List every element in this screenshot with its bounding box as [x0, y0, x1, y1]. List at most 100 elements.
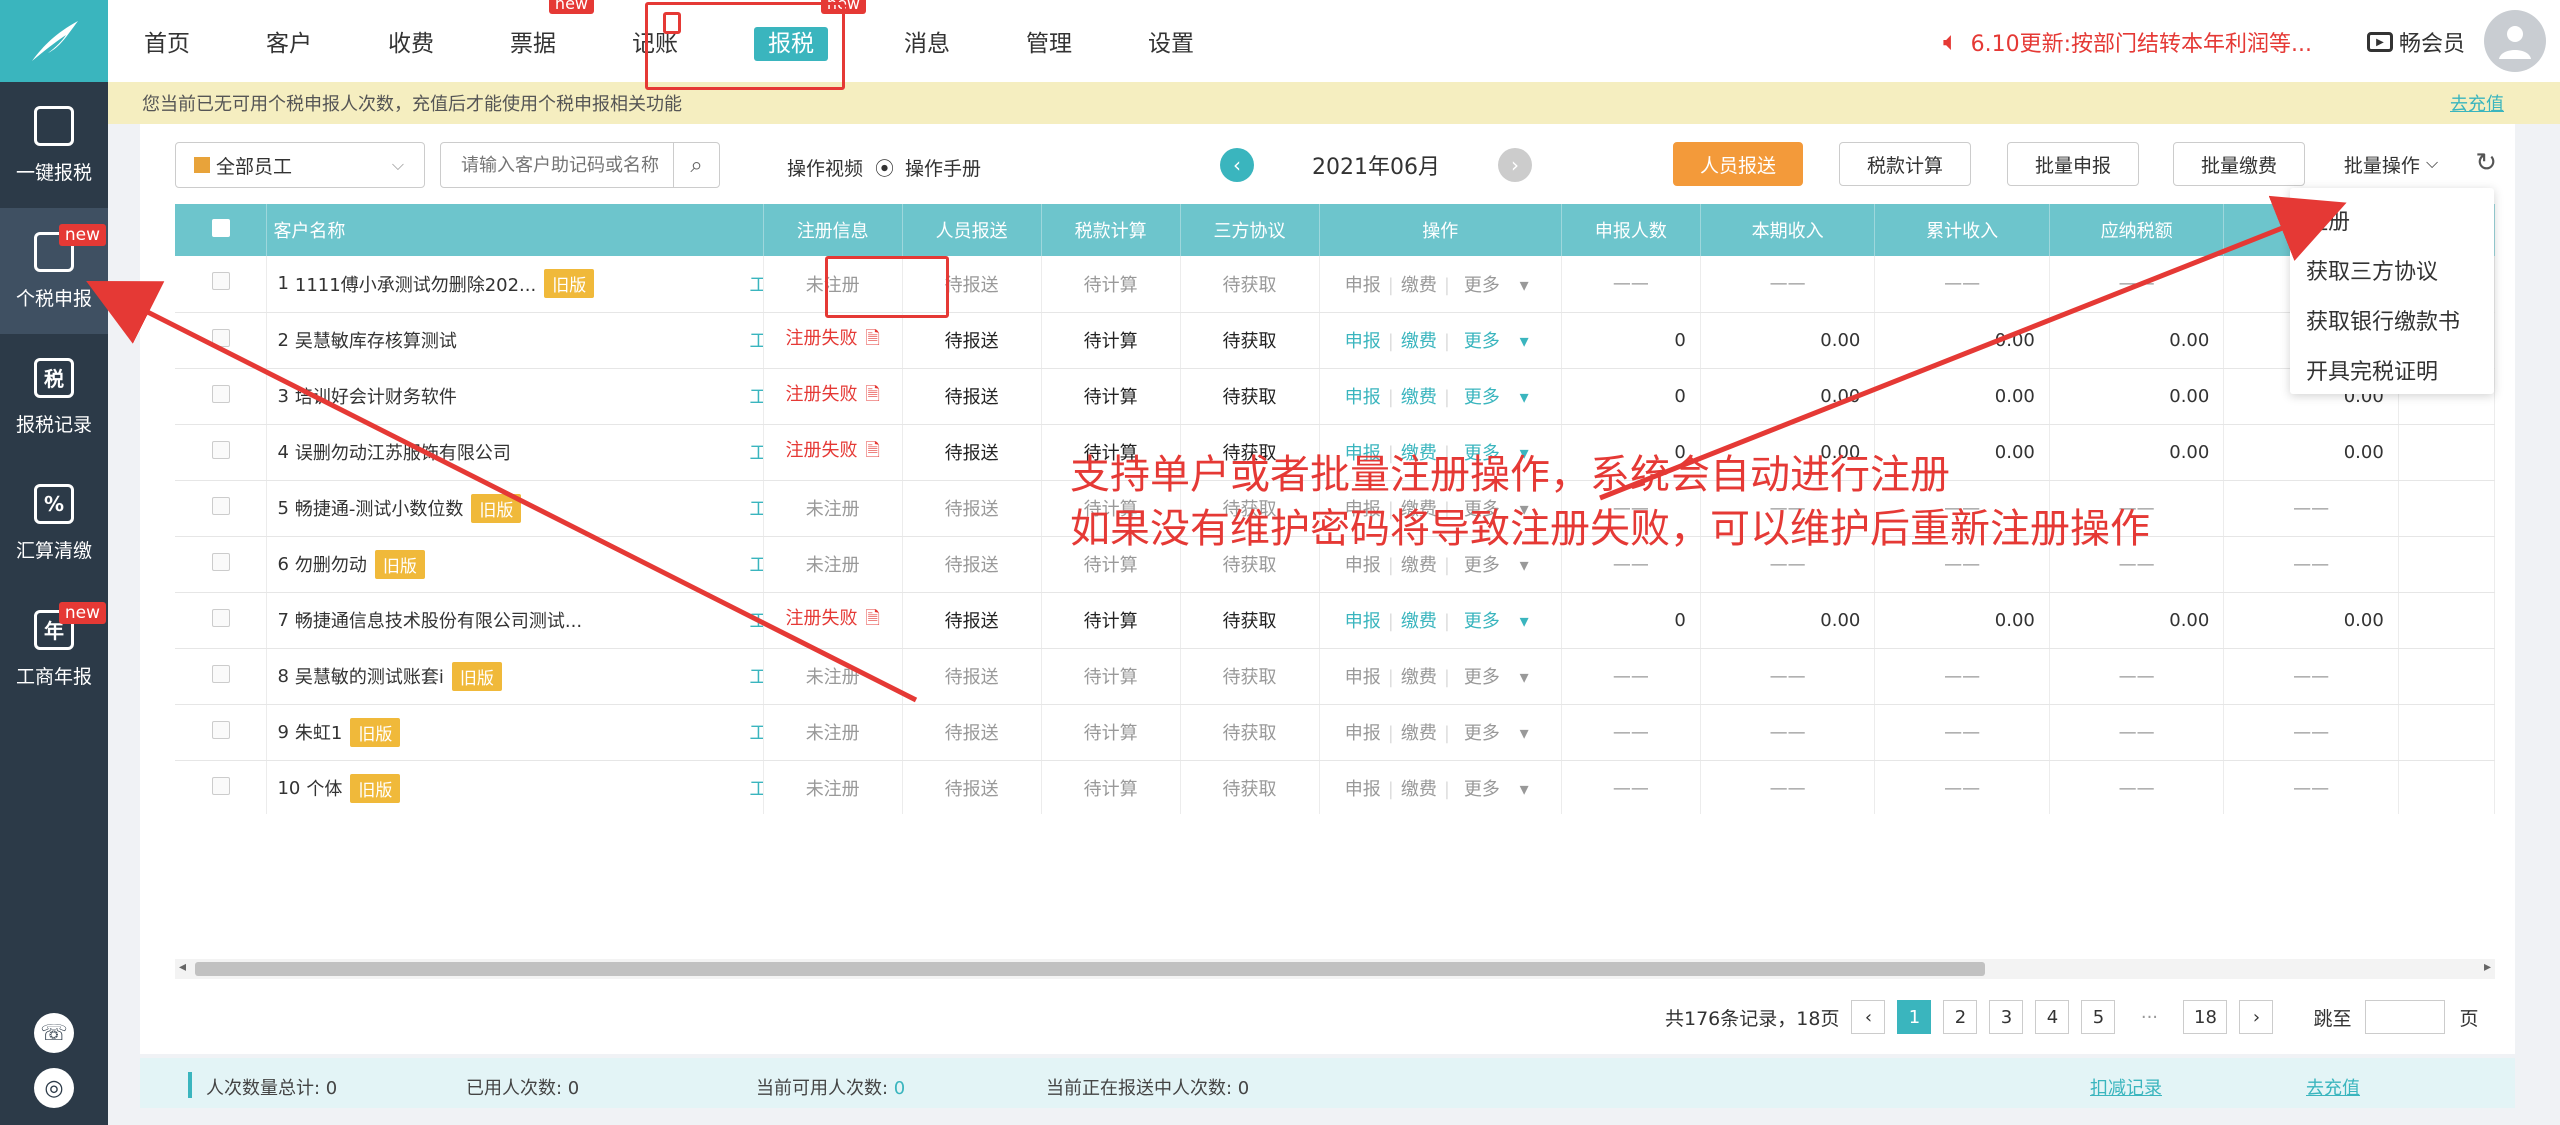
salary-sheet-link[interactable]: 工资表	[749, 719, 762, 745]
salary-sheet-link[interactable]: 工资表	[749, 607, 762, 633]
pay-link[interactable]: 缴费	[1401, 275, 1437, 296]
declare-link[interactable]: 申报	[1345, 275, 1381, 296]
nav-tab-2[interactable]: 客户	[266, 24, 312, 58]
more-menu[interactable]: 更多 ▾	[1457, 387, 1536, 408]
declare-link[interactable]: 申报	[1345, 723, 1381, 744]
page-button[interactable]: 1	[1897, 1000, 1932, 1034]
page-button[interactable]: 2	[1943, 1000, 1978, 1034]
salary-sheet-link[interactable]: 工资表	[749, 383, 762, 409]
salary-sheet-link[interactable]: 工资表	[749, 439, 762, 465]
document-icon[interactable]: 🗎︎	[865, 328, 879, 349]
pay-link[interactable]: 缴费	[1401, 555, 1437, 576]
more-menu[interactable]: 更多 ▾	[1457, 275, 1536, 296]
nav-tab-7[interactable]: 消息	[904, 24, 950, 58]
video-link[interactable]: 操作视频	[787, 154, 863, 181]
more-menu[interactable]: 更多 ▾	[1457, 555, 1536, 576]
row-checkbox[interactable]	[211, 776, 230, 795]
report-people-button[interactable]: 人员报送	[1673, 142, 1803, 186]
nav-tab-1[interactable]: 首页	[144, 24, 190, 58]
employee-select[interactable]: 全部员工 ⌵	[175, 142, 425, 188]
row-checkbox[interactable]	[211, 272, 230, 291]
row-checkbox[interactable]	[211, 440, 230, 459]
more-menu[interactable]: 更多 ▾	[1457, 723, 1536, 744]
search-input[interactable]	[441, 145, 661, 185]
batch-pay-button[interactable]: 批量缴费	[2173, 142, 2305, 186]
next-page-button[interactable]: ›	[2239, 1000, 2274, 1034]
salary-sheet-link[interactable]: 工资表	[749, 495, 762, 521]
service-button[interactable]: ◎	[0, 1068, 108, 1108]
row-checkbox[interactable]	[211, 328, 230, 347]
refresh-icon[interactable]: ↻	[2475, 148, 2497, 178]
table-row[interactable]: 7畅捷通信息技术股份有限公司测试... 工资表 注册失败 🗎︎ 待报送待计算待获取 申报 |…	[175, 592, 2495, 649]
sidebar-item-5[interactable]: 年工商年报 new	[0, 586, 108, 712]
page-button[interactable]: 18	[2183, 1000, 2228, 1034]
nav-tab-8[interactable]: 管理	[1026, 24, 1072, 58]
scroll-thumb[interactable]	[195, 962, 1985, 976]
table-row[interactable]: 8吴慧敏的测试账套i旧版工资表未注册待报送待计算待获取申报|缴费|更多 ▾———…	[175, 648, 2495, 705]
table-row[interactable]: 3培训好会计财务软件工资表注册失败🗎︎待报送待计算待获取申报|缴费|更多 ▾00…	[175, 368, 2495, 425]
select-all-checkbox[interactable]	[211, 218, 230, 237]
salary-sheet-link[interactable]: 工资表	[749, 551, 762, 577]
member-link[interactable]: ▶ 畅会员	[2366, 26, 2465, 58]
declare-link[interactable]: 申报	[1345, 667, 1381, 688]
salary-sheet-link[interactable]: 工资表	[749, 775, 762, 801]
more-menu[interactable]: 更多 ▾	[1457, 667, 1536, 688]
table-row[interactable]: 2吴慧敏库存核算测试工资表注册失败🗎︎待报送待计算待获取申报|缴费|更多 ▾00…	[175, 312, 2495, 369]
menu-item-tax-certificate[interactable]: 开具完税证明	[2290, 348, 2494, 398]
announcement[interactable]: 🔈︎ 6.10更新:按部门结转本年利润等...	[1943, 26, 2312, 58]
page-button[interactable]: 3	[1989, 1000, 2024, 1034]
deduct-record-link[interactable]: 扣减记录	[2090, 1074, 2162, 1100]
registration-status[interactable]: 注册失败 🗎︎	[763, 592, 903, 649]
row-checkbox[interactable]	[211, 664, 230, 683]
scroll-right-icon[interactable]: ▸	[2484, 959, 2491, 975]
recharge-link[interactable]: 去充值	[2450, 90, 2504, 116]
nav-tab-4[interactable]: 票据 new	[510, 0, 594, 58]
nav-tab-9[interactable]: 设置	[1148, 24, 1194, 58]
prev-page-button[interactable]: ‹	[1851, 1000, 1886, 1034]
more-menu[interactable]: 更多 ▾	[1457, 611, 1536, 632]
salary-sheet-link[interactable]: 工资表	[749, 271, 762, 297]
pay-link[interactable]: 缴费	[1401, 667, 1437, 688]
nav-tab-3[interactable]: 收费	[388, 24, 434, 58]
menu-item-get-protocol[interactable]: 获取三方协议	[2290, 248, 2494, 298]
batch-declare-button[interactable]: 批量申报	[2007, 142, 2139, 186]
menu-item-get-bank-slip[interactable]: 获取银行缴款书	[2290, 298, 2494, 348]
manual-link[interactable]: 操作手册	[905, 154, 981, 181]
pay-link[interactable]: 缴费	[1401, 611, 1437, 632]
pay-link[interactable]: 缴费	[1401, 331, 1437, 352]
avatar[interactable]	[2484, 10, 2546, 72]
document-icon[interactable]: 🗎︎	[865, 440, 879, 461]
registration-status[interactable]: 注册失败 🗎︎	[763, 368, 903, 425]
salary-sheet-link[interactable]: 工资表	[749, 327, 762, 353]
sidebar-item-3[interactable]: 税报税记录	[0, 334, 108, 460]
sidebar-item-4[interactable]: % 汇算清缴	[0, 460, 108, 586]
pay-link[interactable]: 缴费	[1401, 779, 1437, 800]
more-menu[interactable]: 更多 ▾	[1457, 331, 1536, 352]
registration-status[interactable]: 注册失败 🗎︎	[763, 424, 903, 481]
document-icon[interactable]: 🗎︎	[865, 384, 879, 405]
page-button[interactable]: 4	[2035, 1000, 2070, 1034]
pay-link[interactable]: 缴费	[1401, 723, 1437, 744]
table-row[interactable]: 11111傅小承测试勿删除202...旧版工资表未注册待报送待计算待获取申报|缴…	[175, 256, 2495, 313]
page-button[interactable]: 5	[2081, 1000, 2116, 1034]
tax-calc-button[interactable]: 税款计算	[1839, 142, 1971, 186]
declare-link[interactable]: 申报	[1345, 387, 1381, 408]
row-checkbox[interactable]	[211, 720, 230, 739]
footer-recharge-link[interactable]: 去充值	[2306, 1074, 2360, 1100]
phone-button[interactable]: ☏	[0, 1013, 108, 1053]
salary-sheet-link[interactable]: 工资表	[749, 663, 762, 689]
declare-link[interactable]: 申报	[1345, 555, 1381, 576]
table-row[interactable]: 9朱虹1旧版工资表未注册待报送待计算待获取申报|缴费|更多 ▾—————————…	[175, 704, 2495, 761]
row-checkbox[interactable]	[211, 608, 230, 627]
scroll-left-icon[interactable]: ◂	[179, 959, 186, 975]
row-checkbox[interactable]	[211, 496, 230, 515]
sidebar-item-1[interactable]: 一键报税	[0, 82, 108, 208]
registration-status[interactable]: 注册失败 🗎︎	[763, 312, 903, 369]
prev-month-button[interactable]: ‹	[1220, 148, 1254, 182]
sidebar-item-2[interactable]: 个税申报 new	[0, 208, 108, 334]
declare-link[interactable]: 申报	[1345, 611, 1381, 632]
search-button[interactable]: ⌕	[673, 143, 719, 187]
menu-item-register[interactable]: 注册	[2290, 198, 2494, 248]
more-menu[interactable]: 更多 ▾	[1457, 779, 1536, 800]
document-icon[interactable]: 🗎︎	[865, 608, 879, 629]
